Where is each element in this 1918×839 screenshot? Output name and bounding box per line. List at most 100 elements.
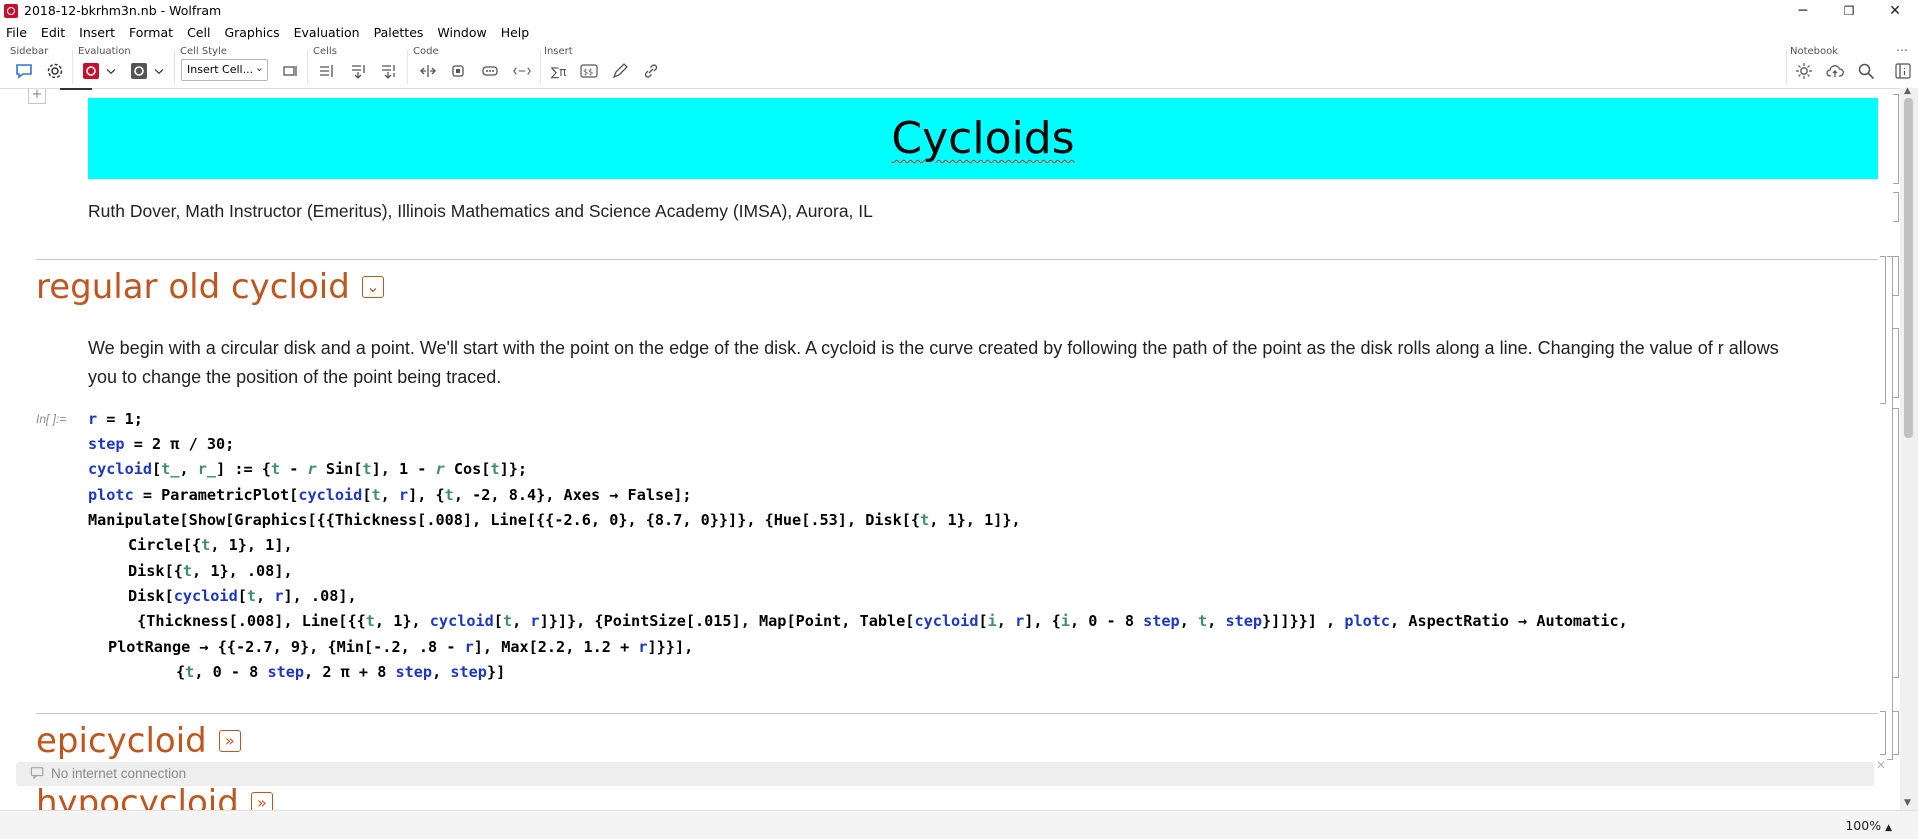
restore-button[interactable]: ❐ [1826,0,1872,22]
group-bracket[interactable] [1880,256,1886,404]
section-heading-regular-cycloid[interactable]: regular old cycloid ⌄ [36,264,384,310]
section-divider [36,259,1878,260]
code-line-6[interactable]: Circle[{t, 1}, 1], [128,536,293,554]
section-divider [36,713,1878,714]
cell-bracket[interactable] [1893,711,1899,755]
svg-text:$$: $$ [583,68,593,77]
notebook-title: Cycloids [891,113,1075,164]
chevron-down-icon: ⌄ [254,61,264,74]
group-label-notebook: Notebook [1790,46,1839,57]
insert-math-icon[interactable]: ∑π [548,60,570,82]
status-bar: 100% ▲ [0,810,1918,839]
template-icon[interactable] [479,60,501,82]
menu-bar: File Edit Insert Format Cell Graphics Ev… [0,22,1918,42]
minimize-button[interactable]: ─ [1780,0,1826,22]
title-cell[interactable]: Cycloids [88,98,1878,179]
menu-cell[interactable]: Cell [180,25,217,40]
cell-bracket-icon[interactable] [279,60,301,82]
toolbar-separator [174,50,175,84]
group-label-sidebar: Sidebar [10,46,49,57]
notebook-info-icon[interactable] [1892,60,1914,82]
menu-edit[interactable]: Edit [34,25,72,40]
vertical-scrollbar[interactable]: ▲ ▼ [1900,86,1918,810]
menu-graphics[interactable]: Graphics [217,25,286,40]
notification-text: No internet connection [51,766,187,781]
toolbar-separator [407,50,408,84]
scroll-down-icon[interactable]: ▼ [1904,798,1911,808]
link-icon[interactable] [640,60,662,82]
code-line-9[interactable]: {Thickness[.008], Line[{{t, 1}, cycloid[… [128,612,1628,630]
code-expand-icon[interactable] [417,60,439,82]
code-line-3[interactable]: cycloid[t_, r_] := {t - r Sin[t], 1 - r … [88,460,527,478]
cell-bracket[interactable] [1893,192,1899,222]
wolfram-app-icon [4,4,18,18]
chevron-down-icon[interactable] [152,60,166,82]
cell-style-dropdown[interactable]: Insert Cell... ⌄ [181,59,268,81]
close-notification-icon[interactable]: ✕ [1876,758,1886,772]
gear-icon[interactable] [44,60,66,82]
code-line-8[interactable]: Disk[cycloid[t, r], .08], [128,587,357,605]
kernel-icon[interactable] [128,60,150,82]
code-line-5[interactable]: Manipulate[Show[Graphics[{{Thickness[.00… [88,511,1021,529]
menu-evaluation[interactable]: Evaluation [287,25,367,40]
insert-cell-below-icon[interactable] [347,60,369,82]
zoom-level: 100% [1845,818,1882,833]
sun-theme-icon[interactable] [1793,60,1815,82]
toolbar-more-button[interactable]: ⋯ [1896,43,1908,57]
toolbar-separator [1786,50,1787,84]
menu-insert[interactable]: Insert [72,25,122,40]
expand-section-icon[interactable]: » [218,730,241,752]
pen-draw-icon[interactable] [609,60,631,82]
code-wrap-icon[interactable] [509,60,535,82]
zoom-level-dropdown[interactable]: 100% ▲ [1845,818,1892,833]
menu-window[interactable]: Window [430,25,493,40]
chevron-down-icon[interactable] [104,60,118,82]
code-line-2[interactable]: step = 2 π / 30; [88,435,234,453]
cell-bracket[interactable] [1893,328,1899,398]
cell-style-value: Insert Cell... [187,63,254,76]
section-title: epicycloid [36,721,207,761]
cell-bracket[interactable] [1893,408,1899,678]
section-heading-epicycloid[interactable]: epicycloid » [36,718,241,764]
input-label: In[ ]:= [36,412,67,426]
add-cell-button[interactable]: + [28,88,46,104]
abort-evaluation-icon[interactable] [80,60,102,82]
scrollbar-thumb[interactable] [1904,98,1913,438]
menu-help[interactable]: Help [494,25,537,40]
cloud-upload-icon[interactable] [1824,60,1846,82]
scroll-up-icon[interactable]: ▲ [1904,86,1911,96]
group-label-evaluation: Evaluation [78,46,131,57]
code-cell-icon[interactable] [447,60,469,82]
code-line-11[interactable]: {t, 0 - 8 step, 2 π + 8 step, step}] [176,663,505,681]
window-title: 2018-12-bkrhm3n.nb - Wolfram [24,3,222,18]
split-cell-icon[interactable] [377,60,399,82]
code-line-1[interactable]: r = 1; [88,410,143,428]
intro-paragraph: We begin with a circular disk and a poin… [88,338,1779,387]
close-button[interactable]: ✕ [1872,0,1918,22]
menu-file[interactable]: File [0,25,34,40]
group-label-cells: Cells [313,46,337,57]
chat-offline-icon [30,766,45,780]
cell-lines-icon[interactable] [315,60,337,82]
group-label-insert: Insert [544,46,573,57]
window-titlebar: 2018-12-bkrhm3n.nb - Wolfram ─ ❐ ✕ [0,0,1918,22]
caret-up-icon: ▲ [1885,823,1892,833]
expand-section-icon[interactable]: » [250,792,273,810]
collapse-section-icon[interactable]: ⌄ [361,276,384,298]
chat-sidebar-icon[interactable] [13,60,35,82]
toolbar-separator [540,50,541,84]
author-text: Ruth Dover, Math Instructor (Emeritus), … [88,201,873,221]
group-bracket[interactable] [1880,711,1886,755]
code-line-7[interactable]: Disk[{t, 1}, .08], [128,562,293,580]
cell-bracket[interactable] [1893,256,1899,296]
menu-format[interactable]: Format [122,25,180,40]
search-icon[interactable] [1855,60,1877,82]
toolbar-separator [307,50,308,84]
code-line-4[interactable]: plotc = ParametricPlot[cycloid[t, r], {t… [88,486,692,504]
section-title: regular old cycloid [36,267,350,307]
cell-bracket[interactable] [1893,94,1899,184]
notebook-area: + Cycloids Ruth Dover, Math Instructor (… [0,88,1900,810]
insert-tex-icon[interactable]: $$ [578,60,600,82]
code-line-10[interactable]: PlotRange → {{-2.7, 9}, {Min[-.2, .8 - r… [108,638,693,656]
menu-palettes[interactable]: Palettes [367,25,431,40]
